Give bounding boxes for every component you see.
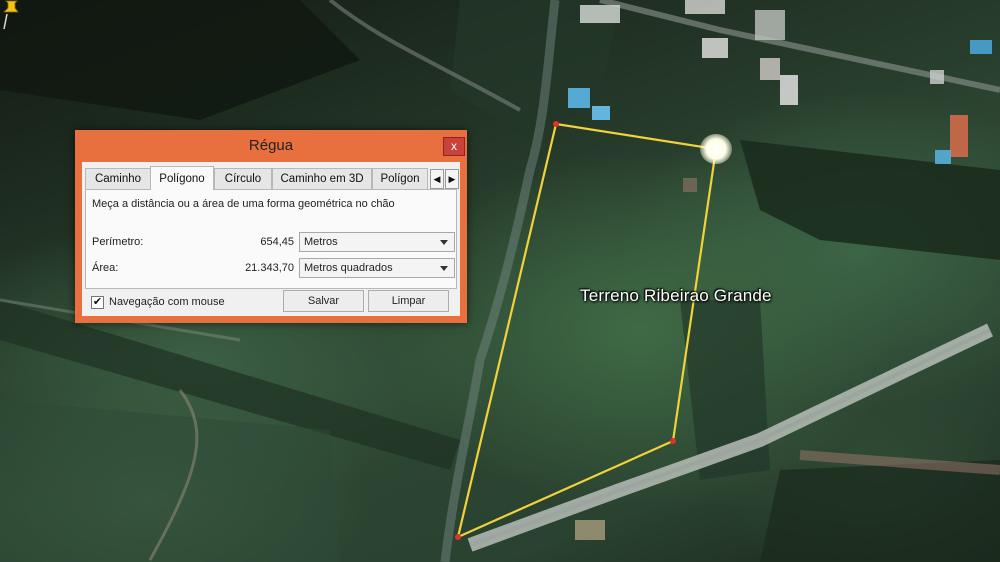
area-label: Área: [92, 262, 119, 274]
building [755, 10, 785, 40]
building [702, 38, 728, 58]
mouse-navigation-label[interactable]: Navegação com mouse [109, 296, 225, 308]
perimeter-label: Perímetro: [92, 236, 144, 248]
building [780, 75, 798, 105]
placemark-label[interactable]: Terreno Ribeirao Grande [580, 286, 772, 306]
tree-line [740, 140, 1000, 260]
chevron-down-icon [440, 266, 448, 271]
tab-bar: Caminho Polígono Círculo Caminho em 3D P… [85, 166, 459, 190]
ruler-dialog: Régua x Caminho Polígono Círculo Caminho… [75, 130, 467, 323]
clear-button[interactable]: Limpar [368, 290, 449, 312]
building [683, 178, 697, 192]
tab-scroll-right-button[interactable]: ▶ [445, 169, 459, 189]
mouse-navigation-checkbox[interactable]: ✔ [91, 296, 104, 309]
tab-3d-path[interactable]: Caminho em 3D [272, 168, 372, 189]
area-unit-select[interactable]: Metros quadrados [299, 258, 455, 278]
tab-polygon-3d[interactable]: Polígon [372, 168, 428, 189]
perimeter-unit-select[interactable]: Metros [299, 232, 455, 252]
pushpin-icon[interactable] [0, 0, 22, 30]
polygon-vertex [670, 438, 676, 444]
building [580, 5, 620, 23]
pool [568, 88, 590, 108]
polygon-vertex-handle[interactable] [700, 134, 732, 164]
perimeter-unit-value: Metros [304, 236, 338, 248]
dialog-title: Régua [248, 137, 294, 154]
field [0, 400, 340, 562]
save-button-label: Salvar [307, 295, 340, 307]
building [950, 115, 968, 157]
dialog-body: Caminho Polígono Círculo Caminho em 3D P… [82, 162, 460, 316]
building [575, 520, 605, 540]
building [760, 58, 780, 80]
area-value: 21.343,70 [245, 262, 294, 274]
polygon-panel: Meça a distância ou a área de uma forma … [85, 189, 457, 289]
building [685, 0, 725, 14]
instruction-text: Meça a distância ou a área de uma forma … [92, 198, 395, 210]
pool [970, 40, 992, 54]
polygon-vertex [553, 121, 559, 127]
tab-polygon[interactable]: Polígono [150, 166, 214, 190]
tab-scroll-left-button[interactable]: ◀ [430, 169, 444, 189]
forest-patch [760, 460, 1000, 562]
clear-button-label: Limpar [391, 295, 426, 307]
dialog-titlebar[interactable]: Régua x [75, 130, 467, 160]
forest-patch [0, 0, 360, 120]
save-button[interactable]: Salvar [283, 290, 364, 312]
polygon-vertex [455, 534, 461, 540]
chevron-down-icon [440, 240, 448, 245]
perimeter-value: 654,45 [260, 236, 294, 248]
tab-circle[interactable]: Círculo [214, 168, 272, 189]
building [930, 70, 944, 84]
area-unit-value: Metros quadrados [304, 262, 393, 274]
pool [592, 106, 610, 120]
pool [935, 150, 951, 164]
tab-path[interactable]: Caminho [85, 168, 151, 189]
close-button[interactable]: x [443, 137, 465, 156]
